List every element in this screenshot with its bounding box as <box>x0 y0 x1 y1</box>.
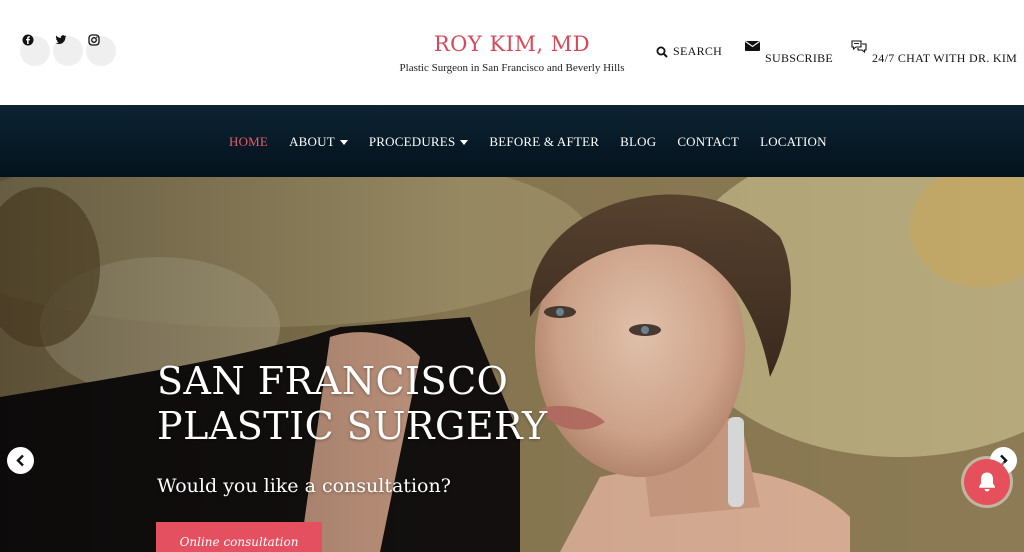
subscribe-link[interactable]: SUBSCRIBE <box>745 38 833 66</box>
chat-icon <box>851 39 867 53</box>
nav-item-blog[interactable]: BLOG <box>620 134 656 150</box>
subscribe-label: SUBSCRIBE <box>765 51 834 65</box>
nav-item-label: BLOG <box>620 134 657 149</box>
search-label: SEARCH <box>673 44 723 58</box>
hero-title-line: PLASTIC SURGERY <box>157 404 548 448</box>
main-nav: HOME ABOUT PROCEDURES BEFORE & AFTER BLO… <box>229 134 848 150</box>
chat-label: 24/7 CHAT WITH DR. KIM <box>872 51 1018 65</box>
main-navbar: HOME ABOUT PROCEDURES BEFORE & AFTER BLO… <box>0 105 1024 177</box>
hero-title-line: SAN FRANCISCO <box>157 359 509 403</box>
nav-item-label: HOME <box>229 134 269 149</box>
nav-item-label: LOCATION <box>760 134 827 149</box>
chat-link[interactable]: 24/7 CHAT WITH DR. KIM <box>851 38 1017 66</box>
nav-item-label: CONTACT <box>677 134 740 149</box>
nav-item-before-after[interactable]: BEFORE & AFTER <box>489 134 599 150</box>
notification-bell-button[interactable] <box>964 459 1010 505</box>
envelope-icon <box>745 41 760 51</box>
online-consultation-button[interactable]: Online consultation <box>156 522 322 552</box>
search-link[interactable]: SEARCH <box>656 44 722 59</box>
nav-item-procedures[interactable]: PROCEDURES <box>369 134 469 150</box>
nav-item-contact[interactable]: CONTACT <box>677 134 739 150</box>
hero-title: SAN FRANCISCO PLASTIC SURGERY <box>157 359 548 449</box>
nav-item-label: PROCEDURES <box>368 134 456 149</box>
top-header: ROY KIM, MD Plastic Surgeon in San Franc… <box>0 0 1024 105</box>
nav-item-label: BEFORE & AFTER <box>489 134 600 149</box>
hero-slider: SAN FRANCISCO PLASTIC SURGERY Would you … <box>0 177 1024 552</box>
nav-item-home[interactable]: HOME <box>229 134 268 150</box>
chevron-left-icon <box>16 454 24 467</box>
nav-item-about[interactable]: ABOUT <box>289 134 348 150</box>
caret-down-icon <box>339 139 348 145</box>
search-icon <box>656 46 668 58</box>
nav-item-location[interactable]: LOCATION <box>760 134 827 150</box>
hero-question: Would you like a consultation? <box>157 475 451 497</box>
slider-prev-button[interactable] <box>7 447 34 474</box>
nav-item-label: ABOUT <box>289 134 335 149</box>
caret-down-icon <box>460 139 469 145</box>
bell-icon <box>979 472 995 492</box>
